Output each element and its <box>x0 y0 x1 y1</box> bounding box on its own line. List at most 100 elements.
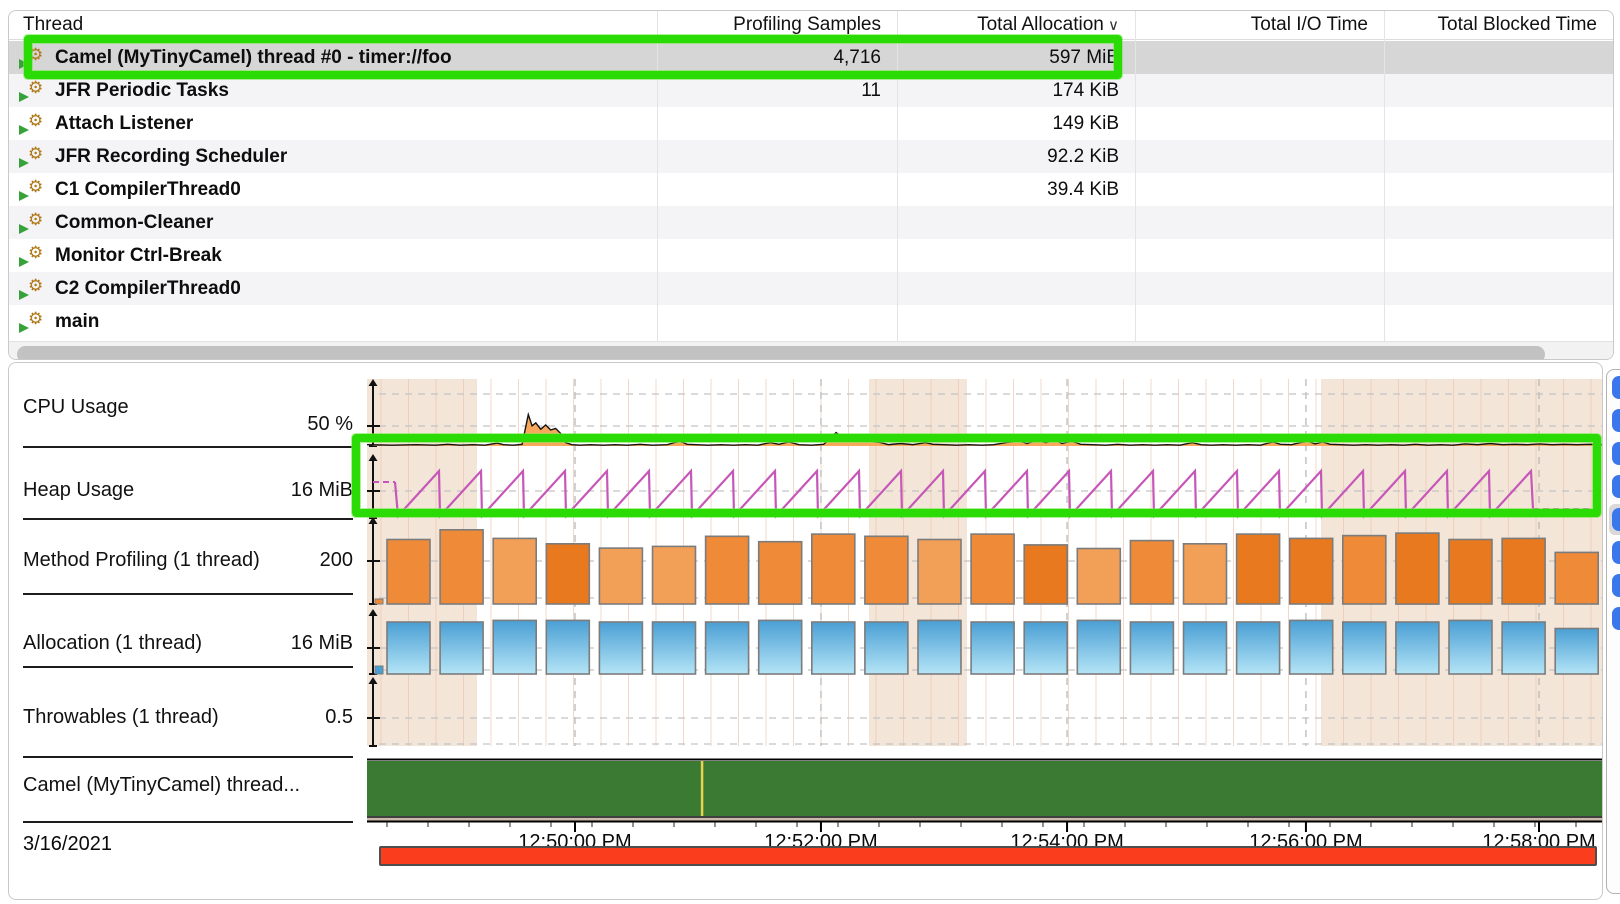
chart-row-label-heap: Heap Usage <box>23 479 134 502</box>
y-axis-arrow <box>369 517 378 524</box>
allocation-bar <box>865 622 908 674</box>
minor-tick-strip <box>367 818 1603 821</box>
toolbar-button-5[interactable] <box>1612 508 1620 531</box>
method-profiling-bar <box>1396 533 1439 604</box>
method-profiling-bar <box>599 548 642 604</box>
range-selector[interactable] <box>379 846 1597 866</box>
thread-name: JFR Recording Scheduler <box>9 140 699 173</box>
toolbar-button-8[interactable] <box>1612 607 1620 630</box>
header-divider <box>9 39 1613 40</box>
method-profiling-bar <box>1555 552 1598 604</box>
chart-row-label-thread_activity: Camel (MyTinyCamel) thread... <box>23 774 300 797</box>
toolbar-button-7[interactable] <box>1612 574 1620 597</box>
method-profiling-bar <box>971 534 1014 604</box>
table-row[interactable]: ⚙C2 CompilerThread0 <box>9 272 1613 305</box>
toolbar-button-1[interactable] <box>1612 376 1620 399</box>
allocation-bar <box>1502 622 1545 674</box>
column-separator <box>1135 11 1136 359</box>
method-profiling-bar <box>1290 538 1333 604</box>
cell-total_allocation <box>897 272 1119 305</box>
column-header-thread[interactable]: Thread <box>23 11 657 39</box>
toolbar-button-2[interactable] <box>1612 409 1620 432</box>
toolbar-button-3[interactable] <box>1612 442 1620 465</box>
table-row[interactable]: ⚙C1 CompilerThread039.4 KiB <box>9 173 1613 206</box>
cell-total_io_time <box>1135 239 1368 272</box>
toolbar-button-4[interactable] <box>1612 475 1620 498</box>
background-band <box>367 379 477 746</box>
allocation-bar <box>653 622 696 674</box>
thread-name: main <box>9 305 699 338</box>
allocation-bar <box>706 622 749 674</box>
column-separator <box>1384 11 1385 359</box>
method-profiling-bar <box>387 540 430 605</box>
table-row[interactable]: ⚙Common-Cleaner <box>9 206 1613 239</box>
row-separator <box>23 821 353 823</box>
method-profiling-bar <box>1343 536 1386 604</box>
thread-name: Common-Cleaner <box>9 206 699 239</box>
cell-total_allocation <box>897 239 1119 272</box>
cell-total_allocation: 39.4 KiB <box>897 173 1119 206</box>
toolbar-button-6[interactable] <box>1612 541 1620 564</box>
cell-total_allocation <box>897 305 1119 338</box>
table-row[interactable]: ⚙main <box>9 305 1613 338</box>
side-toolbar <box>1606 369 1620 894</box>
method-profiling-bar <box>812 534 855 604</box>
horizontal-scrollbar[interactable] <box>9 341 1613 360</box>
column-header-total-allocation[interactable]: Total Allocation ∨ <box>897 11 1119 39</box>
scrollbar-thumb[interactable] <box>17 346 1545 360</box>
table-row[interactable]: ⚙Camel (MyTinyCamel) thread #0 - timer:/… <box>9 41 1613 74</box>
row-separator <box>23 666 353 668</box>
cpu-usage-line <box>367 415 1603 446</box>
table-row[interactable]: ⚙JFR Recording Scheduler92.2 KiB <box>9 140 1613 173</box>
cell-profiling_samples <box>657 140 881 173</box>
column-header-total-i-o-time[interactable]: Total I/O Time <box>1135 11 1368 39</box>
cell-total_io_time <box>1135 140 1368 173</box>
column-header-profiling-samples[interactable]: Profiling Samples <box>657 11 881 39</box>
allocation-bar <box>493 620 536 674</box>
cell-total_allocation <box>897 206 1119 239</box>
table-row[interactable]: ⚙Attach Listener149 KiB <box>9 107 1613 140</box>
table-row[interactable]: ⚙Monitor Ctrl-Break <box>9 239 1613 272</box>
method-profiling-bar <box>1502 538 1545 604</box>
cell-total_allocation: 174 KiB <box>897 74 1119 107</box>
timeline-chart-panel: CPU Usage50 %Heap Usage16 MiBMethod Prof… <box>8 362 1603 900</box>
app-root: { "table": { "columns": ["Thread", "Prof… <box>0 0 1620 904</box>
cell-total_blocked_time <box>1384 305 1597 338</box>
cell-total_io_time <box>1135 305 1368 338</box>
y-axis-arrow <box>369 609 378 616</box>
allocation-bar <box>759 620 802 674</box>
chart-row-label-method_profiling: Method Profiling (1 thread) <box>23 549 260 572</box>
heap-usage-sawtooth <box>395 471 1533 516</box>
cell-profiling_samples <box>657 239 881 272</box>
allocation-bar <box>1077 620 1120 674</box>
allocation-bar <box>599 622 642 674</box>
method-bar-stub <box>375 599 383 604</box>
cell-total_allocation: 149 KiB <box>897 107 1119 140</box>
column-separator <box>897 11 898 359</box>
cell-total_blocked_time <box>1384 74 1597 107</box>
chart-row-label-allocation: Allocation (1 thread) <box>23 632 202 655</box>
cell-total_blocked_time <box>1384 41 1597 74</box>
y-axis-arrow <box>369 379 378 386</box>
cpu-usage-area <box>367 415 1603 447</box>
table-row[interactable]: ⚙JFR Periodic Tasks11174 KiB <box>9 74 1613 107</box>
cell-total_blocked_time <box>1384 272 1597 305</box>
method-profiling-bar <box>493 538 536 604</box>
method-profiling-bar <box>440 530 483 604</box>
cell-profiling_samples <box>657 272 881 305</box>
method-profiling-bar <box>546 544 589 604</box>
event-marker <box>701 761 704 816</box>
thread-name: Camel (MyTinyCamel) thread #0 - timer://… <box>9 41 699 74</box>
row-separator <box>23 593 353 595</box>
background-band <box>869 379 967 746</box>
allocation-bar <box>1343 622 1386 674</box>
chart-plot[interactable] <box>367 376 1603 836</box>
method-profiling-bar <box>1184 544 1227 604</box>
cell-profiling_samples: 4,716 <box>657 41 881 74</box>
thread-name: Attach Listener <box>9 107 699 140</box>
method-profiling-bar <box>1237 534 1280 604</box>
cell-profiling_samples <box>657 173 881 206</box>
allocation-bar <box>1290 620 1333 674</box>
axis-value-throwables: 0.5 <box>259 706 353 729</box>
column-header-total-blocked-time[interactable]: Total Blocked Time <box>1384 11 1597 39</box>
